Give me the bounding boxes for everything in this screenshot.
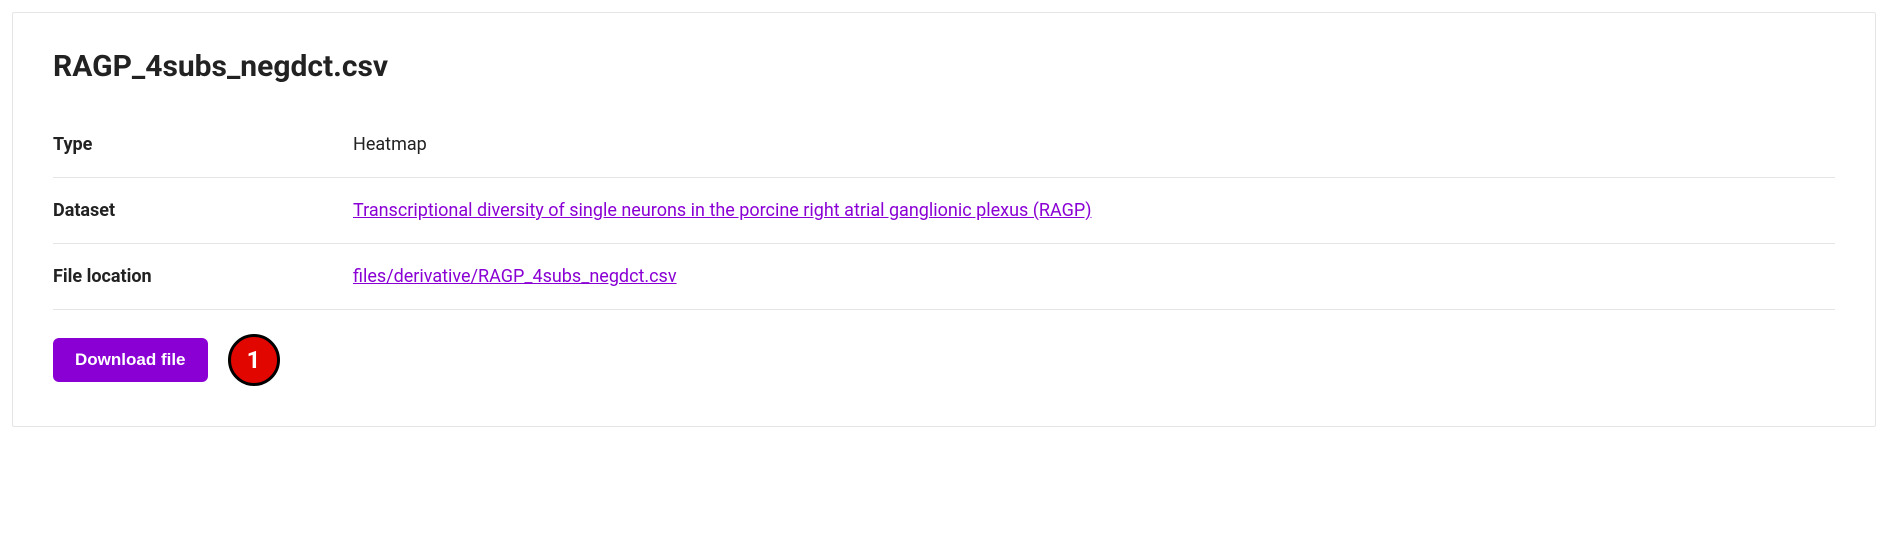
file-info-table: Type Heatmap Dataset Transcriptional div… — [53, 112, 1835, 310]
label-dataset: Dataset — [53, 178, 353, 244]
value-file-location: files/derivative/RAGP_4subs_negdct.csv — [353, 244, 1835, 310]
label-file-location: File location — [53, 244, 353, 310]
row-dataset: Dataset Transcriptional diversity of sin… — [53, 178, 1835, 244]
label-type: Type — [53, 112, 353, 178]
value-dataset: Transcriptional diversity of single neur… — [353, 178, 1835, 244]
annotation-badge-1: 1 — [228, 334, 280, 386]
button-row: Download file 1 — [53, 334, 1835, 386]
row-file-location: File location files/derivative/RAGP_4sub… — [53, 244, 1835, 310]
file-title: RAGP_4subs_negdct.csv — [53, 49, 1835, 84]
file-location-link[interactable]: files/derivative/RAGP_4subs_negdct.csv — [353, 266, 677, 287]
download-file-button[interactable]: Download file — [53, 338, 208, 382]
value-type: Heatmap — [353, 112, 1835, 178]
row-type: Type Heatmap — [53, 112, 1835, 178]
file-info-card: RAGP_4subs_negdct.csv Type Heatmap Datas… — [12, 12, 1876, 427]
dataset-link[interactable]: Transcriptional diversity of single neur… — [353, 200, 1092, 221]
